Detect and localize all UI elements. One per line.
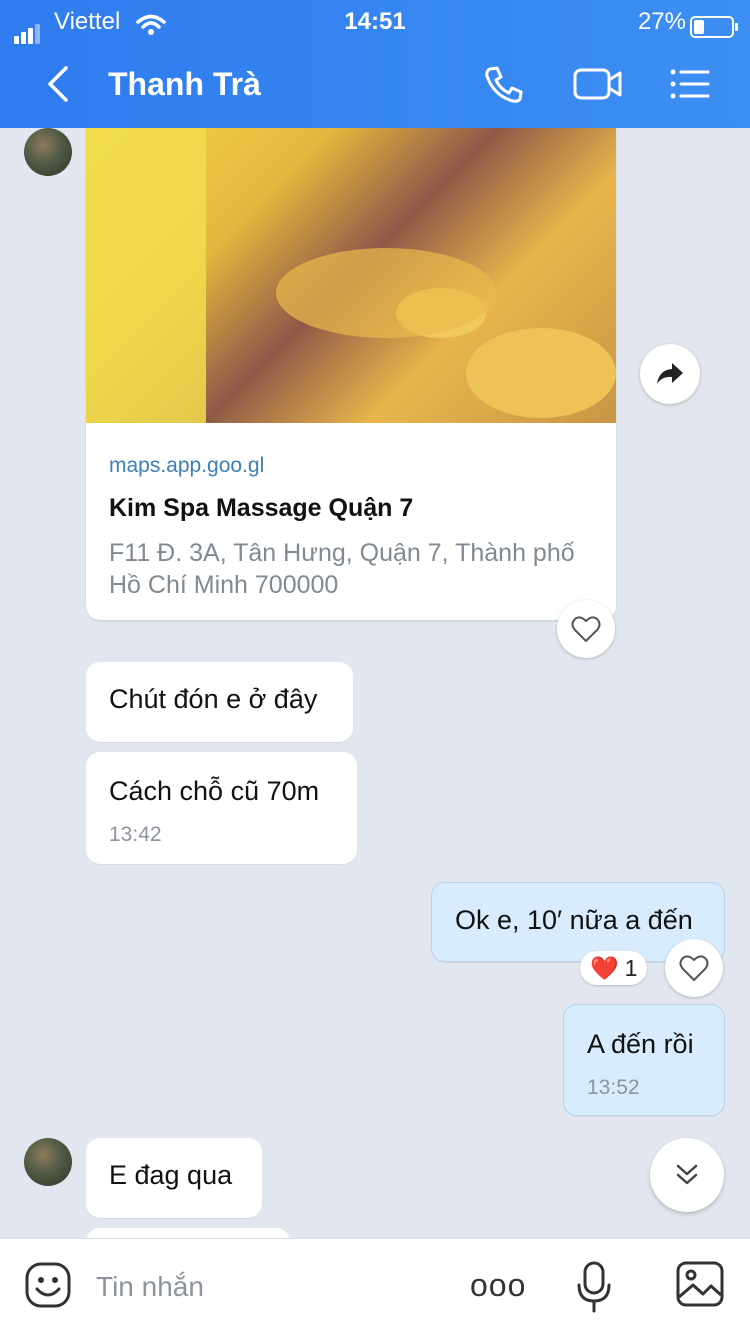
back-icon[interactable] <box>40 64 80 104</box>
video-call-icon[interactable] <box>572 64 624 104</box>
double-chevron-down-icon <box>676 1164 698 1185</box>
status-bar: Viettel 14:51 27% <box>0 6 750 44</box>
scroll-to-bottom-button[interactable] <box>650 1138 724 1212</box>
link-preview-card[interactable]: maps.app.goo.gl Kim Spa Massage Quận 7 F… <box>86 128 616 620</box>
link-address: F11 Đ. 3A, Tân Hưng, Quận 7, Thành phố H… <box>109 539 575 599</box>
contact-name[interactable]: Thanh Trà <box>108 66 261 103</box>
battery-level <box>694 20 704 34</box>
message-time: 13:52 <box>587 1076 640 1099</box>
battery-icon <box>690 16 738 38</box>
message-input[interactable]: Tin nhắn <box>96 1271 204 1303</box>
message-text: Chút đón e ở đây <box>109 684 318 714</box>
share-button[interactable] <box>640 344 700 404</box>
message-text: E đag qua <box>109 1160 233 1190</box>
heart-outline-icon <box>679 955 709 981</box>
message-bubble[interactable]: E đag qua <box>86 1138 262 1218</box>
reaction-count: 1 <box>624 954 638 981</box>
like-button[interactable] <box>665 939 723 997</box>
phone-call-icon[interactable] <box>482 64 526 104</box>
more-options-icon[interactable]: ooo <box>470 1267 526 1304</box>
like-button-card[interactable] <box>557 600 615 658</box>
chat-header: Viettel 14:51 27% Thanh Trà <box>0 0 750 128</box>
reaction-badge[interactable]: ❤️ 1 <box>580 951 648 985</box>
heart-reaction-icon: ❤️ <box>590 954 619 981</box>
message-time: 13:42 <box>109 823 162 846</box>
message-text: Cách chỗ cũ 70m <box>109 776 320 806</box>
link-title[interactable]: Kim Spa Massage Quận 7 <box>109 494 413 523</box>
image-gallery-icon[interactable] <box>676 1261 724 1307</box>
message-list[interactable]: maps.app.goo.gl Kim Spa Massage Quận 7 F… <box>0 128 750 1238</box>
battery-percent: 27% <box>637 8 686 35</box>
link-domain[interactable]: maps.app.goo.gl <box>109 454 264 478</box>
heart-outline-icon <box>571 616 601 642</box>
message-bubble[interactable]: Chút đón e ở đây <box>86 662 353 742</box>
message-text: Ok e, 10′ nữa a đến <box>455 905 693 935</box>
nav-bar: Thanh Trà <box>0 48 750 124</box>
menu-list-icon[interactable] <box>668 64 712 104</box>
message-composer: Tin nhắn ooo <box>0 1238 750 1335</box>
emoji-sticker-icon[interactable] <box>24 1261 72 1309</box>
message-bubble-partial[interactable] <box>86 1228 290 1238</box>
message-bubble[interactable]: Cách chỗ cũ 70m 13:42 <box>86 752 357 864</box>
share-arrow-icon <box>657 363 683 384</box>
message-text: A đến rồi <box>587 1029 694 1059</box>
contact-avatar[interactable] <box>24 1138 72 1186</box>
message-bubble-mine[interactable]: A đến rồi 13:52 <box>563 1004 725 1116</box>
contact-avatar[interactable] <box>24 128 72 176</box>
microphone-icon[interactable] <box>576 1261 612 1313</box>
link-preview-image <box>86 128 616 423</box>
